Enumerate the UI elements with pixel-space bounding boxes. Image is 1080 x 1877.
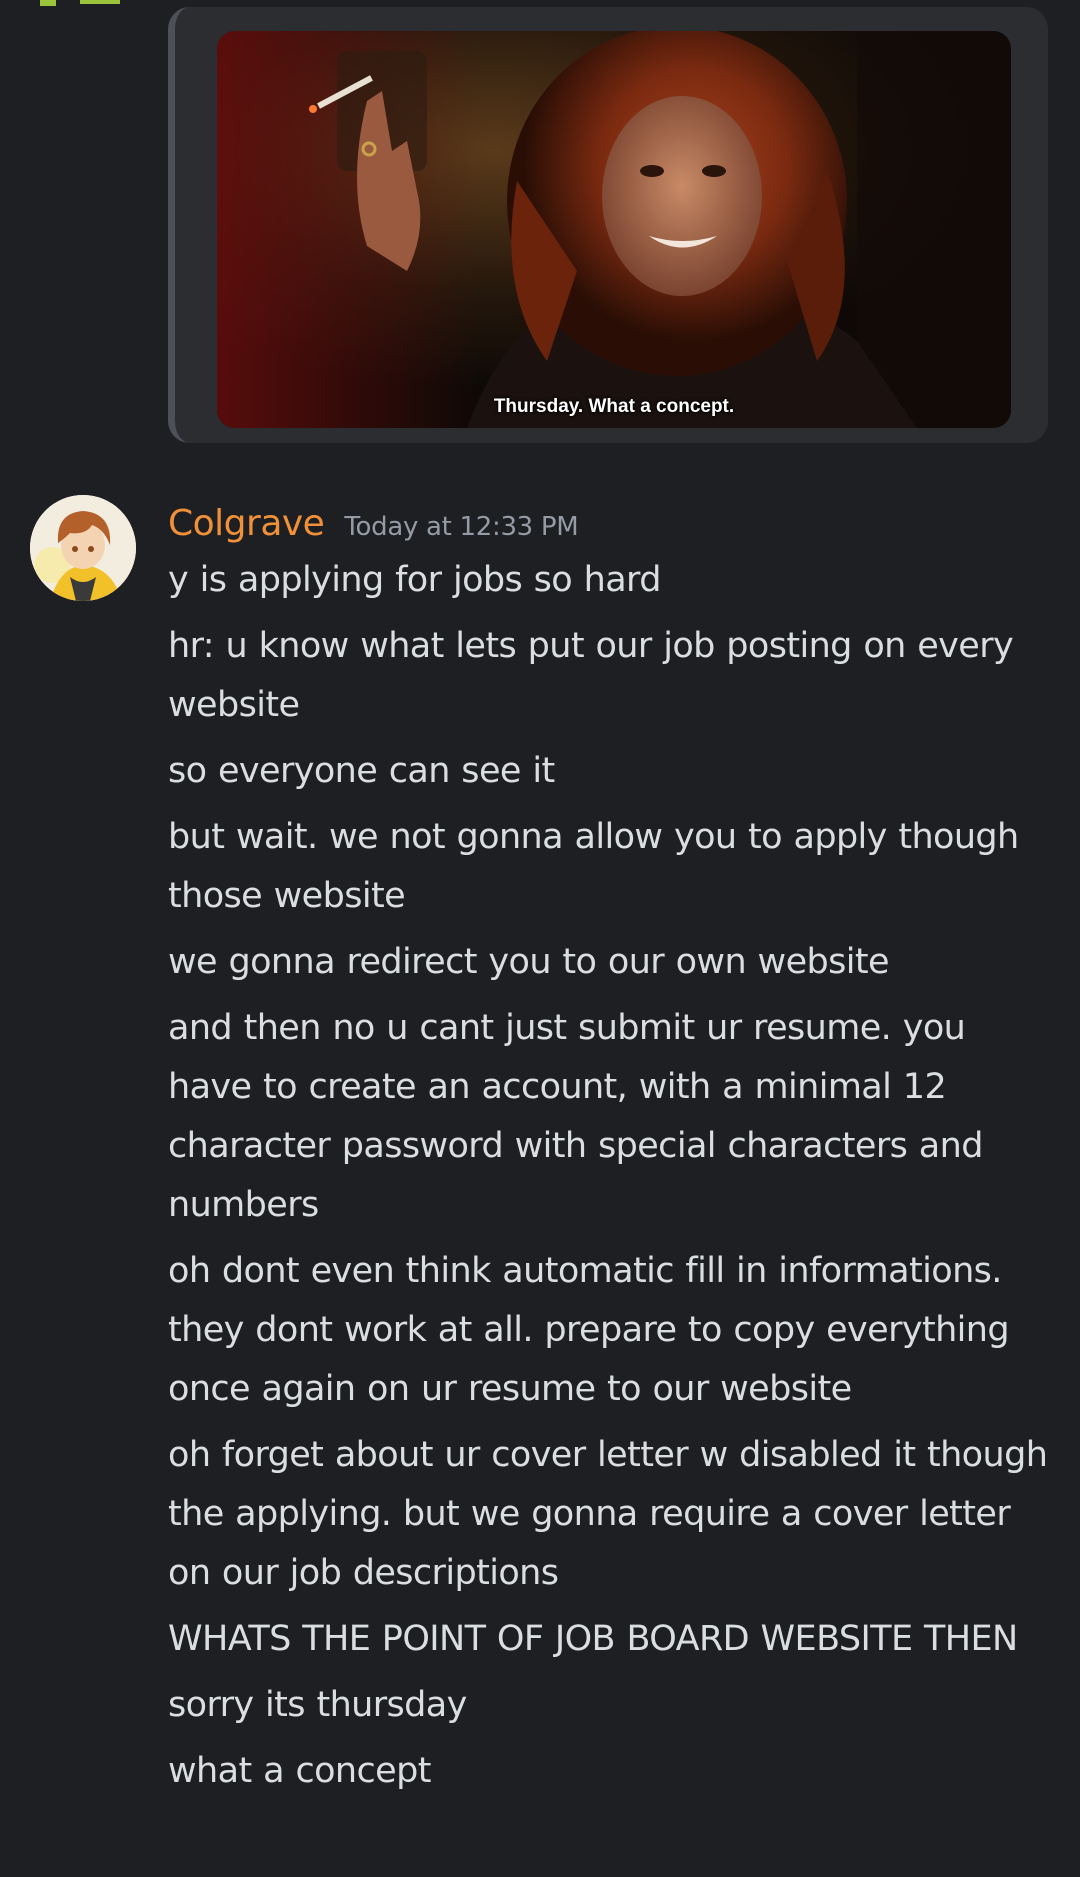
message-line: and then no u cant just submit ur resume…: [168, 1008, 983, 1225]
message-line: oh dont even think automatic fill in inf…: [168, 1251, 1010, 1409]
embed-gif-image[interactable]: Thursday. What a concept.: [217, 31, 1011, 428]
user-avatar[interactable]: [30, 495, 136, 601]
username[interactable]: Colgrave: [168, 503, 325, 544]
message-header: Colgrave Today at 12:33 PM: [168, 503, 579, 544]
chat-view: Thursday. What a concept. Colgrave Today …: [0, 0, 1080, 1877]
message-line: WHATS THE POINT OF JOB BOARD WEBSITE THE…: [168, 1619, 1018, 1659]
message-line: sorry its thursday: [168, 1685, 467, 1725]
gif-embed: Thursday. What a concept.: [168, 7, 1048, 443]
previous-user-avatar[interactable]: [40, 0, 130, 14]
message-line: we gonna redirect you to our own website: [168, 942, 890, 982]
message-line: so everyone can see it: [168, 751, 555, 791]
message-timestamp: Today at 12:33 PM: [344, 512, 579, 542]
message-line: y is applying for jobs so hard: [168, 560, 661, 600]
message-content: y is applying for jobs so hard hr: u kno…: [168, 551, 1058, 1808]
message-line: what a concept: [168, 1751, 431, 1791]
gif-subtitle: Thursday. What a concept.: [493, 396, 735, 417]
message-line: hr: u know what lets put our job posting…: [168, 626, 1014, 725]
message-line: but wait. we not gonna allow you to appl…: [168, 817, 1019, 916]
message-line: oh forget about ur cover letter w disabl…: [168, 1435, 1048, 1593]
